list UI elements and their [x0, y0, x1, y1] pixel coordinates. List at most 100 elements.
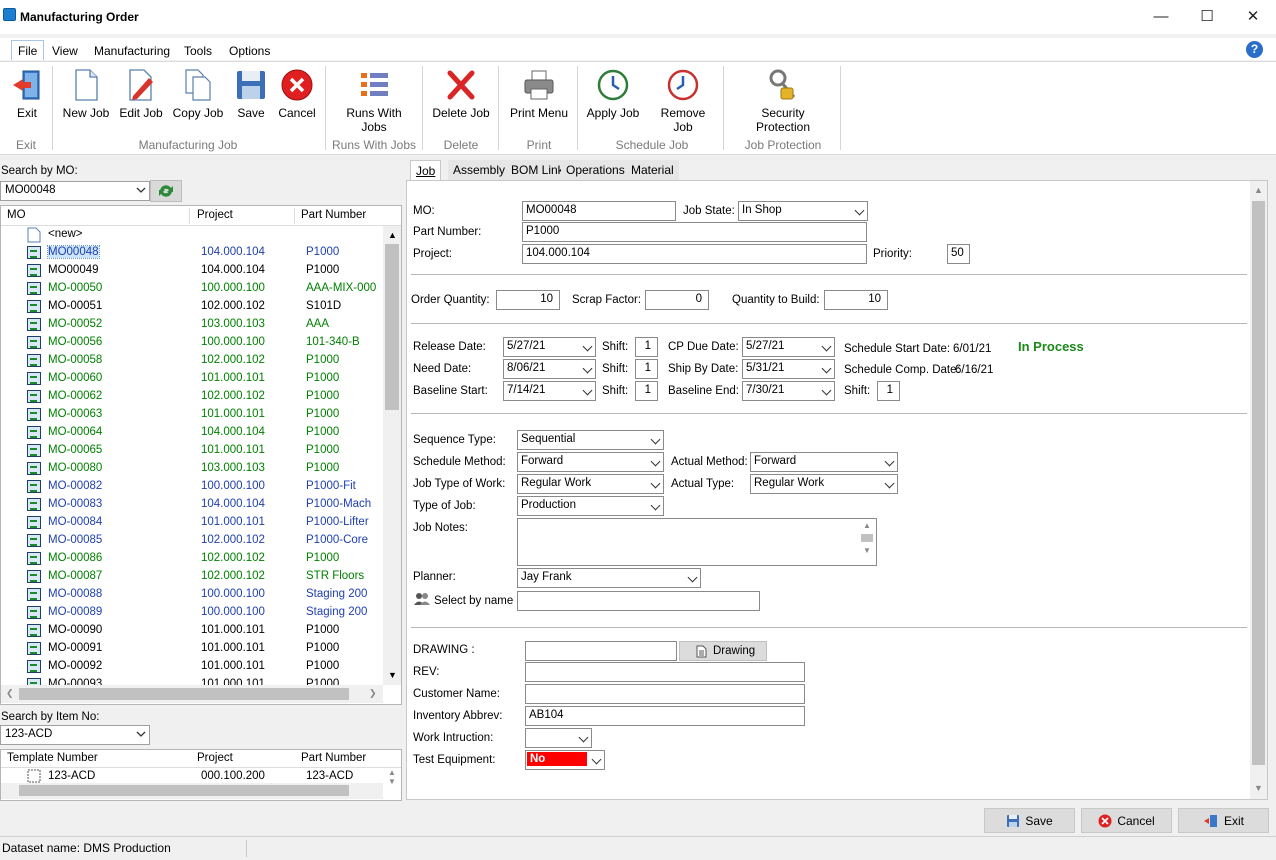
- actual-method-select[interactable]: Forward: [750, 452, 898, 472]
- mo-list-item[interactable]: MO-00050 100.000.100 AAA-MIX-000: [1, 280, 379, 298]
- tab-operations[interactable]: Operations: [561, 160, 630, 180]
- mo-list-item[interactable]: MO-00090 101.000.101 P1000: [1, 622, 379, 640]
- column-header-part-number[interactable]: Part Number: [301, 209, 366, 221]
- runs-with-jobs-button[interactable]: Runs With Jobs: [334, 68, 414, 134]
- mo-list-item[interactable]: MO-00065 101.000.101 P1000: [1, 442, 379, 460]
- mo-list-item[interactable]: MO00048 104.000.104 P1000: [1, 244, 379, 262]
- mo-list-item[interactable]: MO-00085 102.000.102 P1000-Core: [1, 532, 379, 550]
- job-state-select[interactable]: In Shop: [738, 201, 868, 221]
- mo-list-hscrollbar[interactable]: ❮ ❯: [1, 685, 383, 703]
- scroll-up-icon[interactable]: ▲: [388, 230, 397, 240]
- priority-field[interactable]: 50: [947, 244, 970, 264]
- scroll-right-icon[interactable]: ❯: [369, 688, 377, 699]
- maximize-button[interactable]: ☐: [1184, 0, 1230, 32]
- search-mo-combo[interactable]: MO00048: [0, 181, 150, 201]
- mo-list-item[interactable]: MO-00086 102.000.102 P1000: [1, 550, 379, 568]
- mo-list-item[interactable]: MO-00092 101.000.101 P1000: [1, 658, 379, 676]
- form-scroll-down-icon[interactable]: ▼: [1254, 783, 1263, 793]
- need-date-picker[interactable]: 8/06/21: [503, 359, 596, 379]
- mo-list-vscrollbar[interactable]: ▲ ▼: [383, 226, 401, 685]
- release-shift-field[interactable]: 1: [635, 337, 658, 357]
- mo-list-item[interactable]: MO-00058 102.000.102 P1000: [1, 352, 379, 370]
- baseline-end-shift-field[interactable]: 1: [877, 381, 900, 401]
- order-quantity-field[interactable]: 10: [496, 290, 560, 310]
- quantity-to-build-field[interactable]: 10: [824, 290, 888, 310]
- mo-list-item[interactable]: MO-00080 103.000.103 P1000: [1, 460, 379, 478]
- mo-list-hscroll-thumb[interactable]: [19, 688, 349, 700]
- mo-list-item[interactable]: MO00049 104.000.104 P1000: [1, 262, 379, 280]
- new-job-button[interactable]: New Job: [62, 68, 110, 120]
- mo-list-scroll-thumb[interactable]: [385, 244, 399, 410]
- mo-list-item[interactable]: MO-00060 101.000.101 P1000: [1, 370, 379, 388]
- column-header-template-part[interactable]: Part Number: [301, 752, 366, 764]
- delete-job-button[interactable]: Delete Job: [432, 68, 490, 120]
- drawing-button[interactable]: Drawing: [679, 641, 767, 661]
- actual-type-select[interactable]: Regular Work: [750, 474, 898, 494]
- column-header-template-number[interactable]: Template Number: [7, 752, 98, 764]
- save-button[interactable]: Save: [984, 808, 1075, 833]
- need-shift-field[interactable]: 1: [635, 359, 658, 379]
- mo-list-item[interactable]: MO-00083 104.000.104 P1000-Mach: [1, 496, 379, 514]
- cp-due-date-picker[interactable]: 5/27/21: [742, 337, 835, 357]
- save-ribbon-button[interactable]: Save: [234, 68, 268, 120]
- mo-new-row[interactable]: <new>: [1, 226, 379, 244]
- mo-list-item[interactable]: MO-00063 101.000.101 P1000: [1, 406, 379, 424]
- menu-file[interactable]: File: [11, 40, 45, 60]
- print-menu-button[interactable]: Print Menu: [508, 68, 570, 120]
- job-type-of-work-select[interactable]: Regular Work: [517, 474, 664, 494]
- tab-assembly[interactable]: Assembly: [448, 160, 511, 180]
- search-item-combo[interactable]: 123-ACD: [0, 725, 150, 745]
- tab-job[interactable]: Job: [410, 160, 442, 180]
- cancel-button[interactable]: Cancel: [1081, 808, 1172, 833]
- drawing-field[interactable]: [525, 641, 677, 661]
- rev-field[interactable]: [525, 662, 805, 682]
- menu-manufacturing[interactable]: Manufacturing: [94, 44, 170, 58]
- project-field[interactable]: 104.000.104: [522, 244, 867, 264]
- mo-list-item[interactable]: MO-00082 100.000.100 P1000-Fit: [1, 478, 379, 496]
- sequence-type-select[interactable]: Sequential: [517, 430, 664, 450]
- mo-list-item[interactable]: MO-00093 101.000.101 P1000: [1, 676, 379, 685]
- form-vscrollbar[interactable]: ▲ ▼: [1250, 181, 1267, 799]
- scrap-factor-field[interactable]: 0: [645, 290, 709, 310]
- mo-list-item[interactable]: MO-00052 103.000.103 AAA: [1, 316, 379, 334]
- part-number-field[interactable]: P1000: [522, 222, 867, 242]
- menu-options[interactable]: Options: [229, 44, 270, 58]
- work-instruction-select[interactable]: [525, 728, 592, 748]
- release-date-picker[interactable]: 5/27/21: [503, 337, 596, 357]
- test-equipment-select[interactable]: No: [525, 750, 605, 770]
- column-header-mo[interactable]: MO: [7, 209, 26, 221]
- mo-list-item[interactable]: MO-00064 104.000.104 P1000: [1, 424, 379, 442]
- copy-job-button[interactable]: Copy Job: [172, 68, 224, 120]
- exit-button[interactable]: Exit: [1178, 808, 1269, 833]
- mo-list-item[interactable]: MO-00051 102.000.102 S101D: [1, 298, 379, 316]
- schedule-method-select[interactable]: Forward: [517, 452, 664, 472]
- security-protection-button[interactable]: Security Protection: [734, 68, 832, 134]
- form-scroll-up-icon[interactable]: ▲: [1254, 185, 1263, 195]
- scroll-down-icon[interactable]: ▼: [388, 670, 397, 680]
- mo-list-item[interactable]: MO-00088 100.000.100 Staging 200: [1, 586, 379, 604]
- edit-job-button[interactable]: Edit Job: [118, 68, 164, 120]
- tab-material[interactable]: Material: [626, 160, 679, 180]
- mo-list-item[interactable]: MO-00056 100.000.100 101-340-B: [1, 334, 379, 352]
- customer-name-field[interactable]: [525, 684, 805, 704]
- job-notes-scrollbar[interactable]: ▲ ▼: [860, 521, 874, 563]
- mo-list-item[interactable]: MO-00062 102.000.102 P1000: [1, 388, 379, 406]
- mo-list-item[interactable]: MO-00091 101.000.101 P1000: [1, 640, 379, 658]
- refresh-button[interactable]: [150, 180, 182, 202]
- mo-list-item[interactable]: MO-00084 101.000.101 P1000-Lifter: [1, 514, 379, 532]
- mo-list-item[interactable]: MO-00087 102.000.102 STR Floors: [1, 568, 379, 586]
- type-of-job-select[interactable]: Production: [517, 496, 664, 516]
- job-notes-textarea[interactable]: ▲ ▼: [517, 518, 877, 566]
- cancel-ribbon-button[interactable]: Cancel: [276, 68, 318, 120]
- mo-field[interactable]: MO00048: [522, 201, 676, 221]
- menu-view[interactable]: View: [52, 44, 78, 58]
- close-window-button[interactable]: ✕: [1230, 0, 1276, 32]
- template-vscroll[interactable]: ▲ ▼: [383, 768, 401, 786]
- template-hscrollbar[interactable]: [1, 783, 383, 799]
- baseline-start-picker[interactable]: 7/14/21: [503, 381, 596, 401]
- minimize-button[interactable]: —: [1138, 0, 1184, 32]
- menu-tools[interactable]: Tools: [184, 44, 212, 58]
- scroll-left-icon[interactable]: ❮: [6, 688, 14, 699]
- exit-ribbon-button[interactable]: Exit: [8, 68, 46, 120]
- planner-select[interactable]: Jay Frank: [517, 568, 701, 588]
